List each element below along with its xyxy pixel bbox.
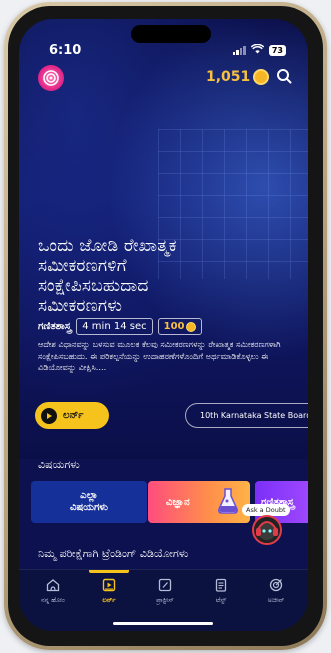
ask-doubt-avatar[interactable]	[252, 515, 282, 545]
bottom-nav: ನನ್ನ ಹೋಂ ಲರ್ನ್ ಪ್ರಾಕ್ಟೀಸ್ ಟೆಸ್ಟ್ ಅಚೀವ್	[19, 569, 308, 631]
video-title-line: ಒಂದು ಜೋಡಿ ರೇಖಾತ್ಮಕ	[38, 236, 177, 256]
board-chip[interactable]: 10th Karnataka State Board	[185, 403, 308, 428]
subject-card-label: ವಿಷಯಗಳು	[70, 502, 108, 513]
play-square-icon	[102, 578, 116, 592]
nav-item-home[interactable]: ನನ್ನ ಹೋಂ	[25, 578, 81, 605]
flask-icon	[216, 487, 240, 518]
video-title-line: ಸಂಕ್ಷೇಪಿಸಬಹುದಾದ	[38, 276, 149, 296]
clipboard-icon	[215, 578, 227, 592]
status-time: 6:10	[49, 43, 82, 58]
home-icon	[46, 579, 60, 592]
wifi-icon	[250, 43, 265, 56]
subject-card-science[interactable]: ವಿಜ್ಞಾನ	[148, 481, 250, 523]
subject-card-all[interactable]: ಎಲ್ಲಾ ವಿಷಯಗಳು	[31, 481, 147, 523]
battery-icon: 73	[268, 44, 286, 56]
trending-title: ನಿಮ್ಮ ಪರೀಕ್ಷೆಗಾಗಿ ಟ್ರೆಂಡಿಂಗ್ ವಿಡಿಯೋಗಳು	[38, 547, 189, 560]
nav-label: ಟೆಸ್ಟ್	[215, 596, 227, 604]
nav-item-learn[interactable]: ಲರ್ನ್	[81, 578, 137, 605]
coin-icon	[253, 69, 270, 85]
signal-icon	[232, 45, 246, 55]
subject-card-label: ಎಲ್ಲಾ	[80, 490, 98, 501]
app-logo-icon[interactable]	[38, 65, 64, 91]
subject-label: ಗಣಿತಶಾಸ್ತ್ರ	[38, 321, 72, 332]
dynamic-island	[131, 25, 211, 43]
home-indicator[interactable]	[113, 622, 213, 625]
video-title-line: ಸಮೀಕರಣಗಳಿಗೆ	[38, 256, 127, 276]
video-description: ಆದೇಶ ವಿಧಾನವನ್ನು ಬಳಸುವ ಮೂಲಕ ಕೆಲವು ಸಮೀಕರಣಗ…	[38, 339, 281, 372]
coin-balance[interactable]: 1,051	[206, 69, 270, 85]
video-title: ಒಂದು ಜೋಡಿ ರೇಖಾತ್ಮಕ ಸಮೀಕರಣಗಳಿಗೆ ಸಂಕ್ಷೇಪಿಸ…	[38, 236, 288, 316]
reward-badge: 100	[157, 318, 203, 335]
status-icons: 73	[232, 43, 286, 56]
nav-label: ಪ್ರಾಕ್ಟೀಸ್	[156, 596, 174, 604]
nav-active-indicator	[89, 570, 129, 573]
nav-label: ಲರ್ನ್	[102, 596, 116, 604]
learn-button-label: ಲರ್ನ್	[63, 410, 84, 421]
target-icon	[269, 578, 283, 592]
nav-item-practice[interactable]: ಪ್ರಾಕ್ಟೀಸ್	[137, 578, 193, 605]
app-screen: 6:10 73 1,051 ಒಂದು ಜೋಡಿ ರೇಖಾತ್ಮಕ ಸಮೀಕರಣಗ…	[19, 19, 308, 631]
nav-item-test[interactable]: ಟೆಸ್ಟ್	[193, 578, 249, 605]
learn-button[interactable]: ಲರ್ನ್	[35, 402, 109, 429]
coin-icon	[186, 321, 197, 332]
search-icon[interactable]	[276, 68, 292, 88]
nav-label: ಅಚೀವ್	[267, 596, 285, 604]
subject-card-label: ವಿಜ್ಞಾನ	[166, 496, 190, 508]
coin-count: 1,051	[206, 69, 251, 85]
subjects-title: ವಿಷಯಗಳು	[38, 458, 80, 471]
reward-amount: 100	[163, 321, 185, 332]
play-icon	[41, 407, 57, 424]
nav-label: ನನ್ನ ಹೋಂ	[41, 596, 65, 604]
duration-badge: 4 min 14 sec	[76, 318, 153, 335]
video-title-line: ಸಮೀಕರಣಗಳು	[38, 296, 123, 316]
nav-item-achieve[interactable]: ಅಚೀವ್	[248, 578, 304, 605]
video-meta: ಗಣಿತಶಾಸ್ತ್ರ 4 min 14 sec 100	[38, 318, 203, 335]
pencil-square-icon	[158, 578, 172, 592]
